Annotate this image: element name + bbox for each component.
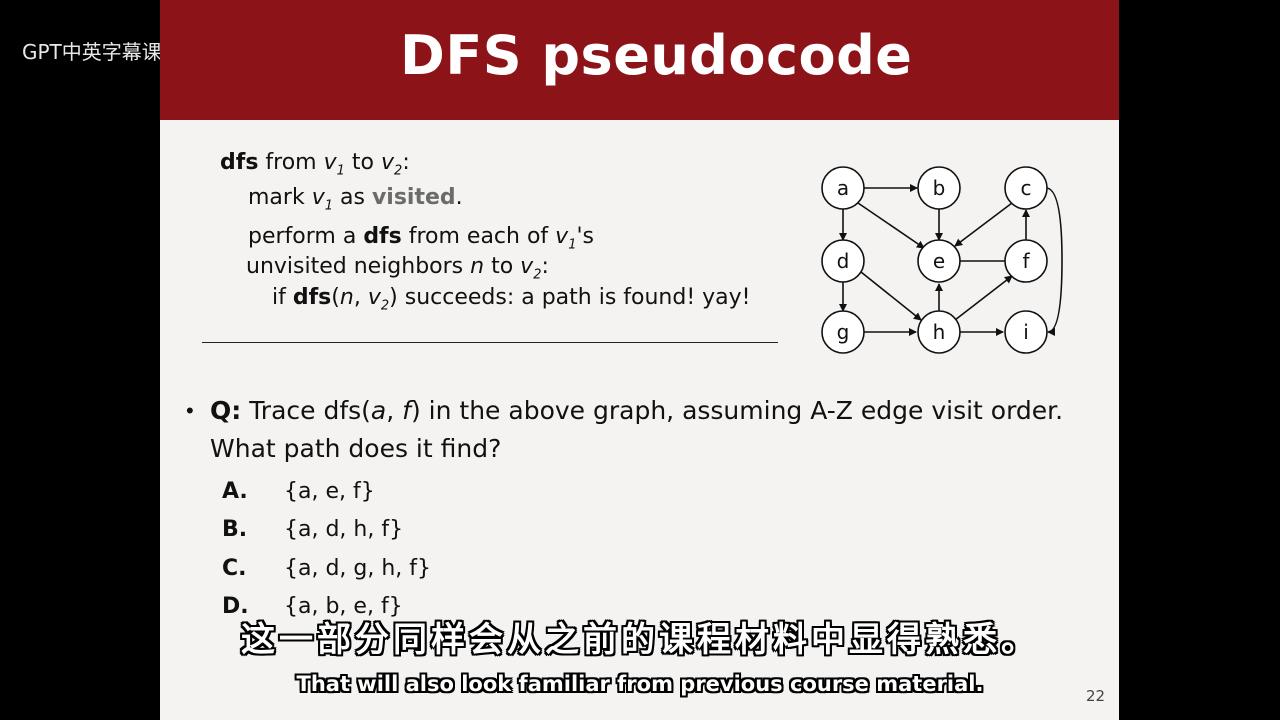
- edge-d-h: [860, 271, 922, 321]
- edge-c-e: [954, 202, 1013, 247]
- node-label-c: c: [1021, 176, 1032, 200]
- option-a-letter: A.: [222, 479, 248, 504]
- subtitle-chinese: 这一部分同样会从之前的课程材料中显得熟悉。: [241, 620, 1039, 660]
- subtitle-english: That will also look familiar from previo…: [296, 672, 984, 696]
- node-label-g: g: [837, 320, 850, 344]
- node-label-i: i: [1023, 320, 1029, 344]
- node-label-a: a: [837, 176, 849, 200]
- pseudo-line-4: unvisited neighbors n to v2:: [246, 254, 549, 283]
- node-label-b: b: [933, 176, 946, 200]
- watermark-channel: GPT中英字幕课程: [22, 40, 182, 64]
- option-b-text: {a, d, h, f}: [284, 517, 404, 542]
- pseudo-line-1: dfs from v1 to v2:: [220, 150, 410, 179]
- slide-title: DFS pseudocode: [400, 24, 913, 87]
- node-label-h: h: [933, 320, 946, 344]
- question-line-1: Q: Trace dfs(a, f) in the above graph, a…: [210, 396, 1064, 425]
- option-a-text: {a, e, f}: [284, 479, 375, 504]
- node-label-d: d: [837, 249, 850, 273]
- edge-c-i: [1045, 187, 1063, 336]
- pseudo-line-2: mark v1 as visited.: [248, 185, 463, 214]
- node-label-e: e: [933, 249, 945, 273]
- pseudo-line-3: perform a dfs from each of v1's: [248, 224, 594, 253]
- option-c-text: {a, d, g, h, f}: [284, 556, 432, 581]
- divider-rule: [202, 342, 778, 343]
- bullet-icon: •: [186, 398, 194, 423]
- pseudo-line-5: if dfs(n, v2) succeeds: a path is found!…: [272, 285, 751, 314]
- option-c-letter: C.: [222, 556, 247, 581]
- question-line-2: What path does it find?: [210, 434, 502, 463]
- edge-a-e: [857, 202, 925, 249]
- option-b-letter: B.: [222, 517, 248, 542]
- title-bar: DFS pseudocode: [160, 0, 1119, 120]
- dfs-graph: a b c d e f g h i: [821, 166, 1063, 354]
- edge-h-f: [954, 275, 1013, 321]
- node-label-f: f: [1022, 249, 1030, 273]
